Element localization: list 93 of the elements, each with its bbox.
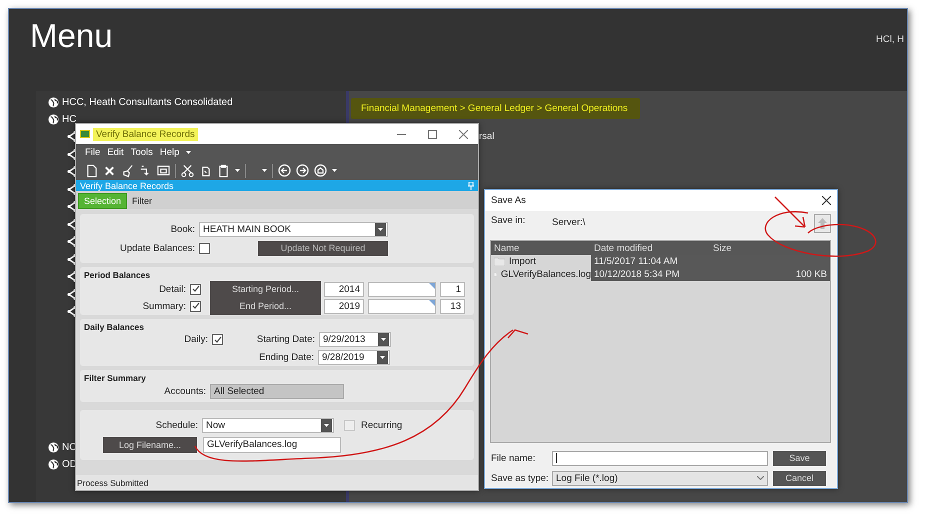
checkbox[interactable] xyxy=(199,242,210,254)
field-label: Ending Date: xyxy=(258,352,315,363)
dialog-title: Save As xyxy=(491,195,526,206)
field-label: Detail: xyxy=(158,284,187,295)
log-filename-button[interactable]: Log Filename... xyxy=(103,436,197,452)
cancel-button[interactable]: Cancel xyxy=(773,470,826,486)
status-text: Process Submitted xyxy=(77,478,148,488)
globe-icon xyxy=(48,442,59,452)
column-header[interactable]: Date modified xyxy=(591,242,710,254)
menu-item[interactable]: File xyxy=(85,147,100,158)
accounts-field[interactable]: All Selected xyxy=(210,384,344,399)
section-heading: Filter Summary xyxy=(83,372,147,382)
file-type-dropdown[interactable]: Log File (*.log) xyxy=(552,470,768,486)
field-label: Update Balances: xyxy=(119,242,196,254)
file-name-field[interactable] xyxy=(552,450,768,466)
menu-item[interactable]: Tools xyxy=(130,147,153,158)
field-label: Accounts: xyxy=(163,386,207,397)
checkbox-label: Recurring xyxy=(361,420,402,431)
save-button[interactable]: Save xyxy=(773,450,826,466)
section-heading: Daily Balances xyxy=(83,321,146,331)
caret-icon xyxy=(332,169,337,172)
tab[interactable]: Filter xyxy=(127,193,158,209)
field-label: Book: xyxy=(170,224,196,234)
period-field[interactable]: 13 xyxy=(440,298,465,314)
up-arrow-icon xyxy=(818,218,827,228)
forward-icon[interactable] xyxy=(296,164,309,177)
company-name: HCl, H xyxy=(876,34,904,45)
log-filename-field[interactable]: GLVerifyBalances.log xyxy=(203,436,341,452)
date-dropdown[interactable]: 9/28/2019 xyxy=(318,350,390,365)
breadcrumb: Financial Management > General Ledger > General Operations xyxy=(351,98,640,119)
section-heading: Period Balances xyxy=(83,269,152,281)
field-label: Daily: xyxy=(183,334,209,346)
save-in-value: Server:\ xyxy=(552,216,586,228)
caret-icon xyxy=(324,424,329,427)
close-icon[interactable] xyxy=(822,196,831,205)
caret-icon xyxy=(262,169,267,172)
checkbox[interactable] xyxy=(190,300,201,312)
table-cell: 11/5/2017 11:04 AM xyxy=(591,255,710,268)
pin-icon[interactable] xyxy=(468,182,474,190)
menu-item[interactable]: Help xyxy=(160,147,180,158)
table-cell: 10/12/2018 5:34 PM xyxy=(591,268,710,281)
input-field[interactable] xyxy=(368,298,436,314)
book-dropdown[interactable]: HEATH MAIN BOOK xyxy=(199,222,388,236)
caret-icon xyxy=(381,338,386,342)
field-label: Starting Date: xyxy=(256,334,316,346)
field-label: Schedule: xyxy=(154,420,199,431)
date-dropdown[interactable]: 9/29/2013 xyxy=(319,332,391,348)
chevron-icon xyxy=(757,476,764,480)
caret-icon xyxy=(235,169,240,172)
input-field[interactable] xyxy=(368,282,436,297)
field-label: File name: xyxy=(490,452,536,464)
globe-icon xyxy=(48,458,59,470)
company-item[interactable]: HCC, Heath Consultants Consolidated xyxy=(62,97,233,108)
year-field[interactable]: 2019 xyxy=(324,298,364,314)
file-list-item[interactable]: GLVerifyBalances.log xyxy=(491,269,591,280)
globe-icon xyxy=(48,97,59,108)
checkbox[interactable] xyxy=(190,284,201,295)
panel-title: Verify Balance Records xyxy=(80,180,174,190)
update-button[interactable]: Update Not Required xyxy=(258,240,388,256)
table-cell: 100 KB xyxy=(710,268,830,281)
field-label: Save as type: xyxy=(490,472,550,484)
year-field[interactable]: 2014 xyxy=(324,282,364,297)
home-icon[interactable] xyxy=(314,164,327,177)
column-header[interactable]: Name xyxy=(491,242,591,254)
company-item[interactable]: HC xyxy=(62,114,76,125)
file-list-item[interactable]: Import xyxy=(491,256,591,267)
caret-icon xyxy=(186,151,192,154)
document-icon[interactable] xyxy=(85,164,98,178)
field-label: Save in: xyxy=(490,214,526,226)
globe-icon xyxy=(48,114,59,125)
up-folder-button[interactable] xyxy=(814,214,831,232)
folder-icon xyxy=(494,257,505,266)
scissors-icon[interactable] xyxy=(181,164,194,178)
window-title: Verify Balance Records xyxy=(93,128,198,140)
column-header[interactable]: Size xyxy=(710,242,830,254)
screen-icon[interactable] xyxy=(157,164,170,178)
caret-icon xyxy=(378,228,383,230)
back-icon[interactable] xyxy=(278,164,291,177)
menu-item[interactable]: rsal xyxy=(479,131,494,142)
window-icon xyxy=(80,130,90,138)
field-label: Summary: xyxy=(142,300,187,312)
caret-icon xyxy=(380,356,385,359)
menu-item[interactable]: Edit xyxy=(107,147,124,158)
broom-icon[interactable] xyxy=(121,164,134,178)
period-field[interactable]: 1 xyxy=(440,282,465,297)
paste-icon[interactable] xyxy=(217,164,230,178)
schedule-dropdown[interactable]: Now xyxy=(202,418,334,433)
checkbox[interactable] xyxy=(212,334,223,346)
period-button[interactable]: Starting Period... xyxy=(210,280,321,298)
maximize-icon[interactable] xyxy=(428,130,437,138)
period-button[interactable]: End Period... xyxy=(210,298,321,315)
copy-icon[interactable] xyxy=(199,164,212,178)
page-title: Menu xyxy=(30,17,113,55)
